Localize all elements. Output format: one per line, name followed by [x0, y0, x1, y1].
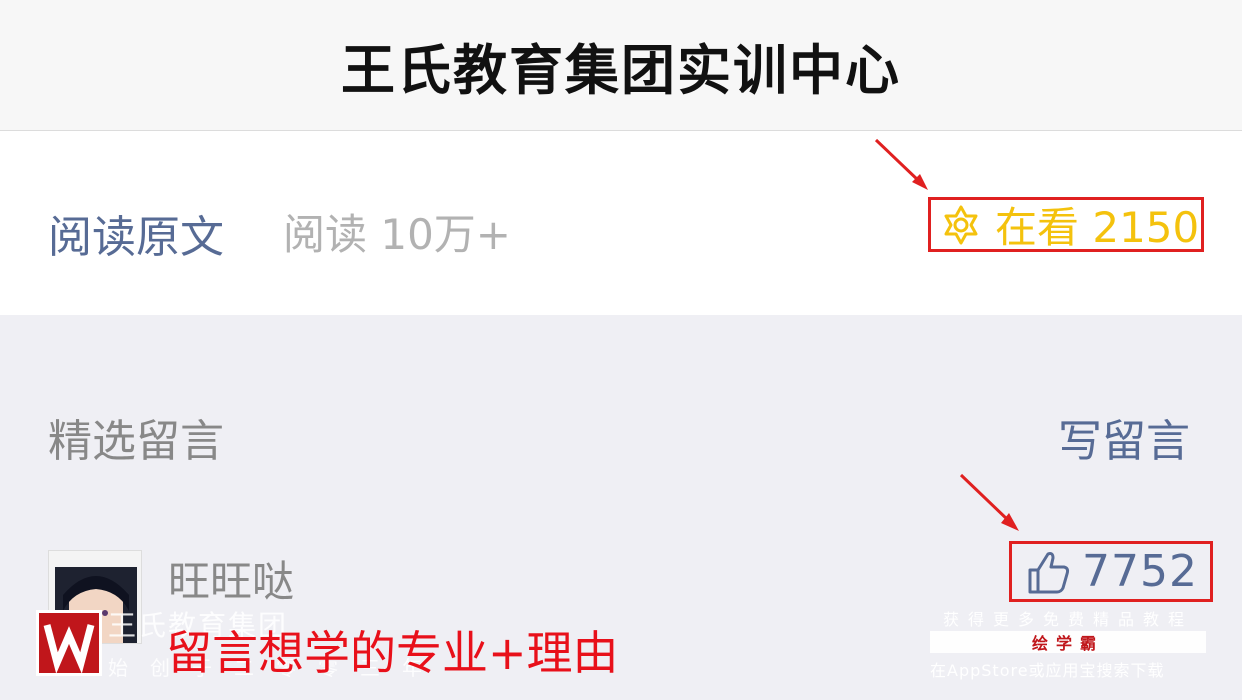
write-comment-button[interactable]: 写留言: [1058, 405, 1190, 469]
annotation-arrow-icon: [874, 138, 928, 190]
promo-download-hint: 在AppStore或应用宝搜索下载: [930, 661, 1165, 680]
annotation-arrow-icon: [959, 473, 1019, 531]
comment-username: 旺旺哒: [168, 557, 295, 606]
article-footer-bar: 阅读原文 阅读 10万+ 在看 2150: [0, 131, 1242, 315]
like-button[interactable]: 7752: [1009, 541, 1213, 602]
promo-brand: 绘学霸: [1031, 634, 1104, 653]
title-bar: 王氏教育集团实训中心: [0, 0, 1242, 131]
page-title: 王氏教育集团实训中心: [341, 38, 901, 102]
watching-label: 在看 2150: [995, 203, 1200, 252]
brand-logo-icon: [36, 610, 102, 676]
read-count: 阅读 10万+: [283, 210, 511, 259]
featured-comments-title: 精选留言: [48, 416, 224, 467]
promo-tagline: 获得更多免费精品教程: [942, 610, 1193, 629]
read-original-link[interactable]: 阅读原文: [48, 201, 224, 265]
thumbs-up-icon: [1028, 551, 1070, 593]
watching-button[interactable]: 在看 2150: [928, 197, 1204, 252]
watching-star-icon: [944, 205, 978, 244]
promo-brand-band: 绘学霸: [930, 631, 1206, 653]
like-count: 7752: [1082, 546, 1198, 597]
caption-text: 留言想学的专业+理由: [166, 626, 619, 680]
